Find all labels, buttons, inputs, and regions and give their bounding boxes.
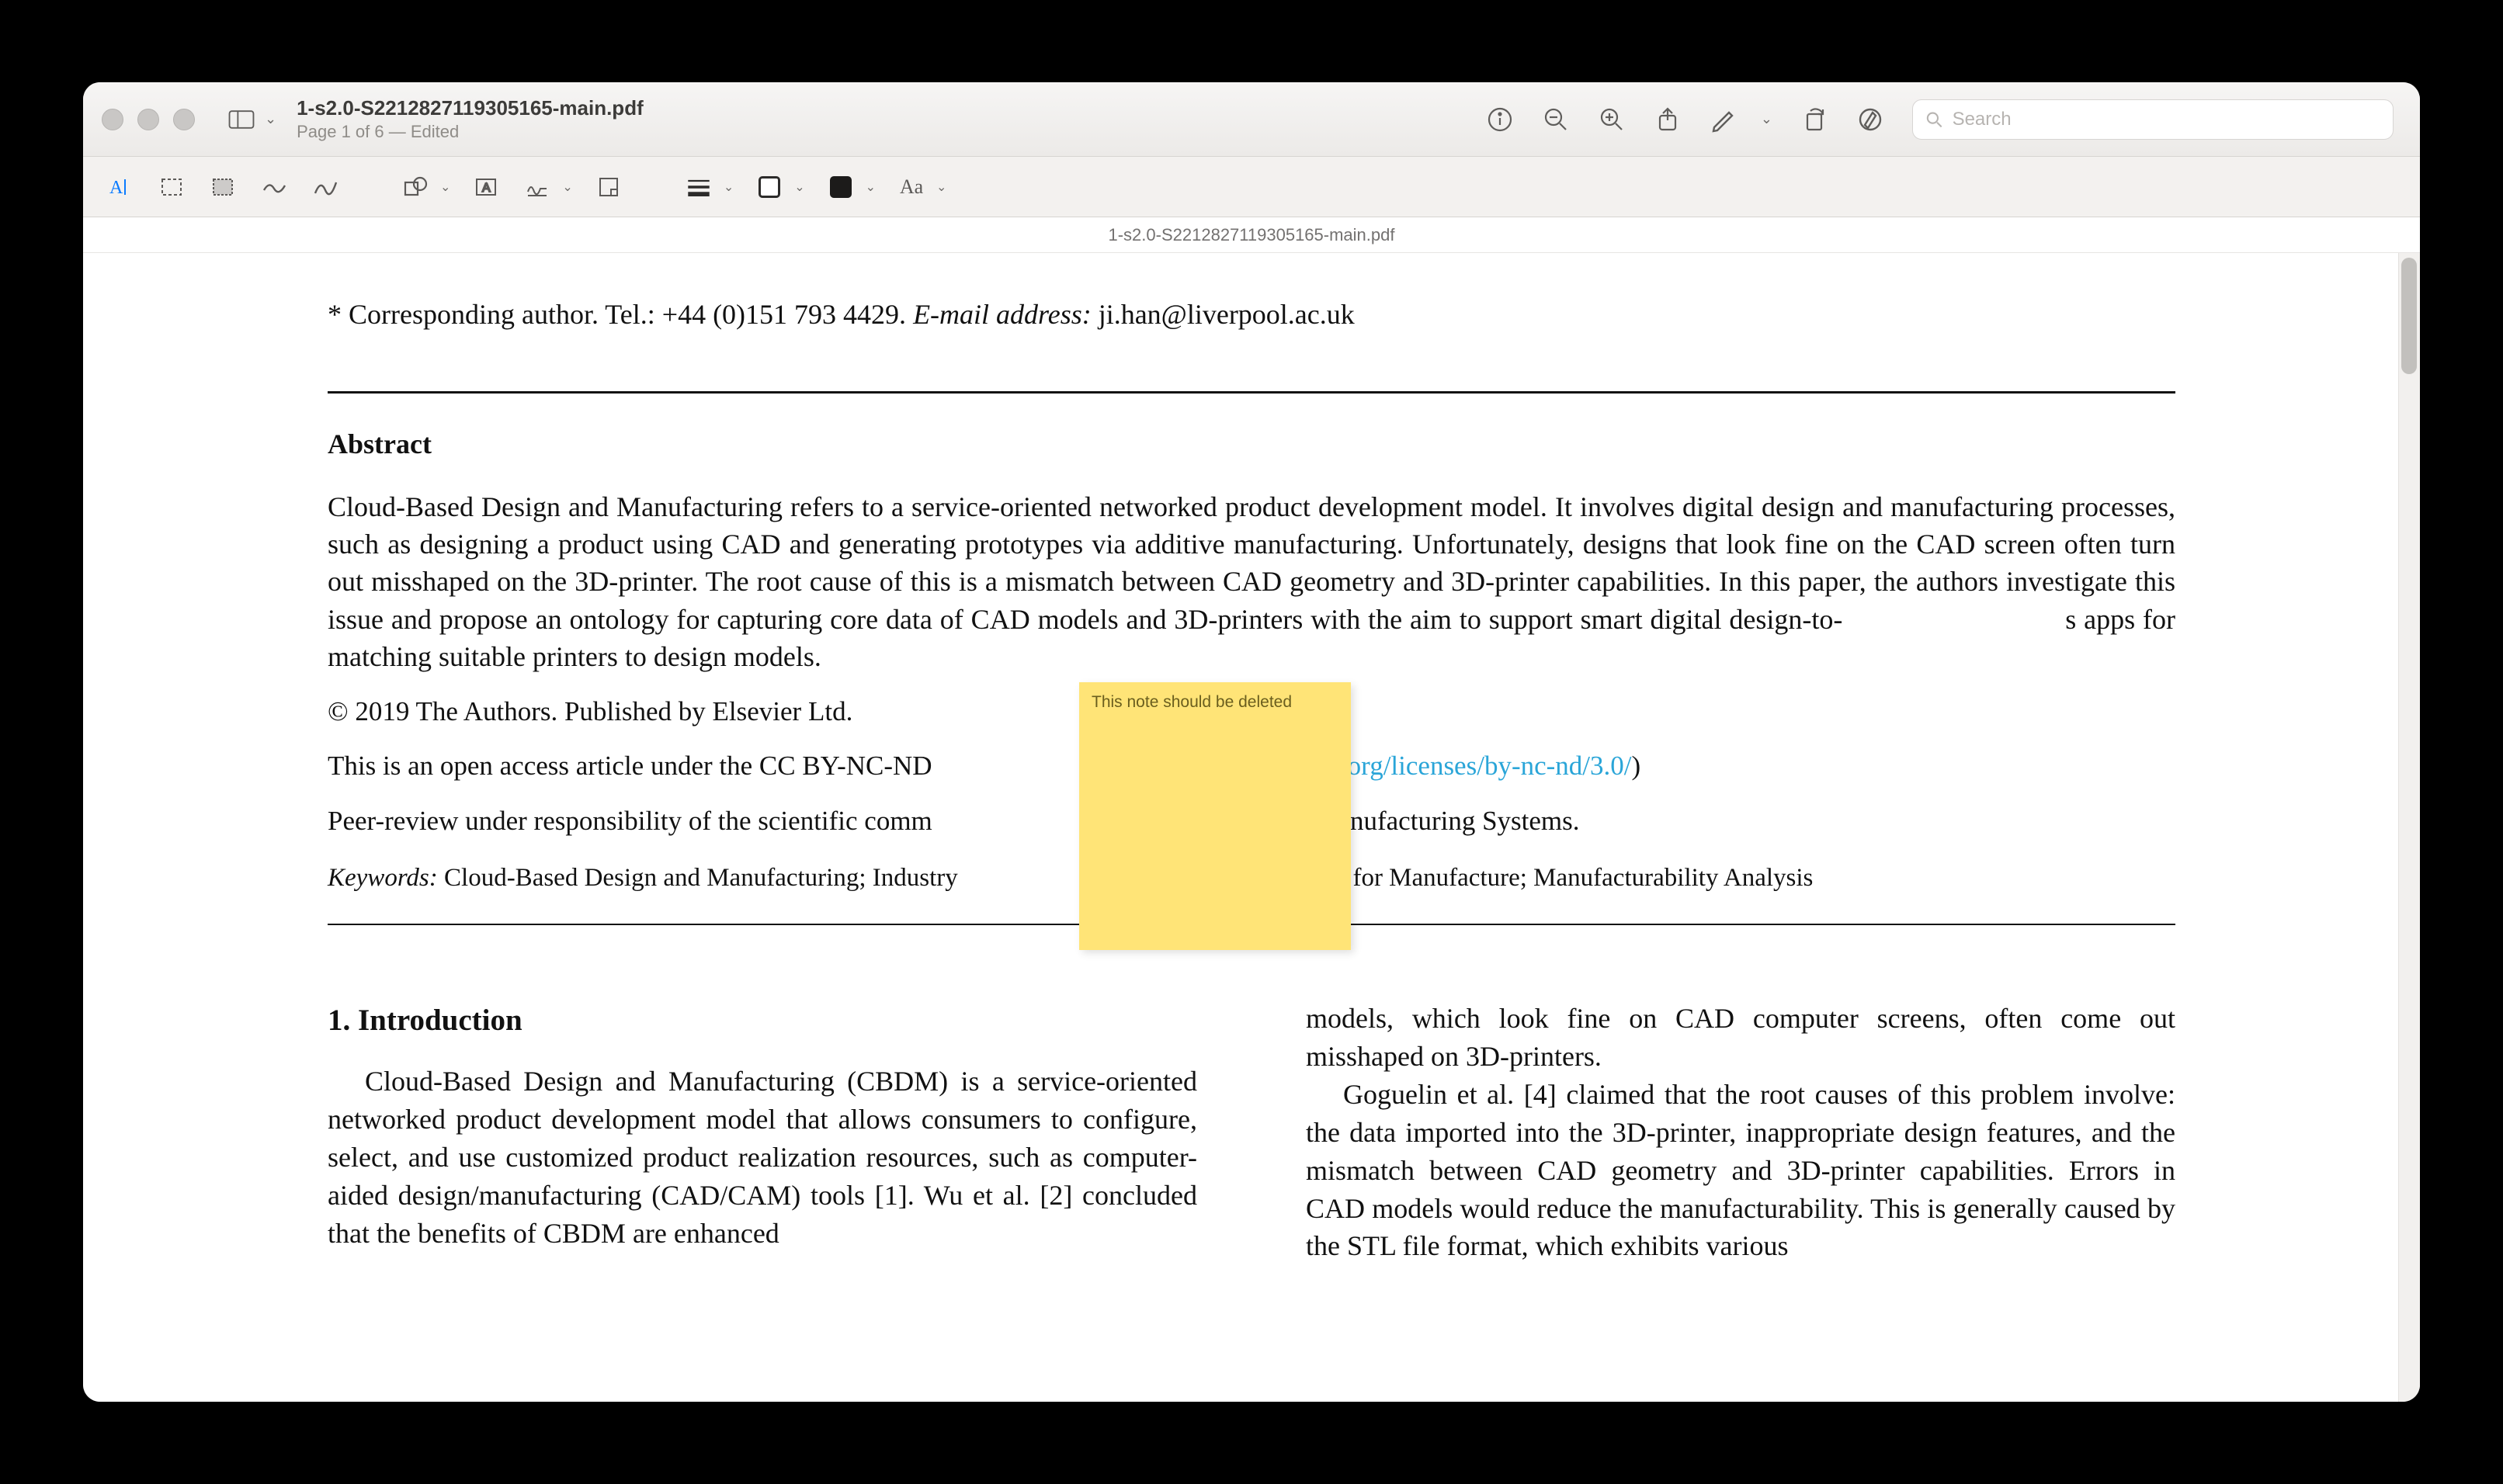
- zoom-out-icon[interactable]: [1542, 106, 1570, 133]
- titlebar: ⌄ 1-s2.0-S2212827119305165-main.pdf Page…: [83, 82, 2420, 157]
- pdf-page: * Corresponding author. Tel.: +44 (0)151…: [172, 253, 2331, 1265]
- chevron-down-icon[interactable]: ⌄: [936, 179, 946, 195]
- chevron-down-icon[interactable]: ⌄: [265, 111, 276, 127]
- search-input[interactable]: [1953, 109, 2380, 130]
- markup-toolbar: A ⌄ A ⌄ ⌄ ⌄: [83, 157, 2420, 217]
- search-field[interactable]: [1912, 99, 2394, 140]
- corresponding-author-line: * Corresponding author. Tel.: +44 (0)151…: [328, 298, 2175, 331]
- left-column: 1. Introduction Cloud-Based Design and M…: [328, 1000, 1197, 1266]
- note-tool[interactable]: [593, 172, 624, 203]
- chevron-down-icon[interactable]: ⌄: [724, 179, 734, 195]
- chevron-down-icon[interactable]: ⌄: [1761, 111, 1772, 127]
- chevron-down-icon[interactable]: ⌄: [794, 179, 804, 195]
- fullscreen-window-button[interactable]: [173, 109, 195, 130]
- zoom-in-icon[interactable]: [1598, 106, 1626, 133]
- tab-filename[interactable]: 1-s2.0-S2212827119305165-main.pdf: [1109, 225, 1395, 245]
- right-paragraph-1: models, which look fine on CAD computer …: [1306, 1000, 2175, 1076]
- document-title-block: 1-s2.0-S2212827119305165-main.pdf Page 1…: [297, 96, 644, 142]
- font-style-tool[interactable]: Aa: [896, 172, 927, 203]
- text-tool[interactable]: A: [470, 172, 502, 203]
- scrollbar-thumb[interactable]: [2401, 258, 2417, 374]
- toolbar-right: ⌄: [1486, 99, 2394, 140]
- sign-tool[interactable]: [522, 172, 553, 203]
- window-controls: [102, 109, 195, 130]
- draw-tool[interactable]: [310, 172, 341, 203]
- keywords-label: Keywords:: [328, 864, 438, 892]
- chevron-down-icon[interactable]: ⌄: [562, 179, 572, 195]
- intro-paragraph-1: Cloud-Based Design and Manufacturing (CB…: [328, 1063, 1197, 1253]
- share-icon[interactable]: [1654, 106, 1682, 133]
- license-pre: This is an open access article under the…: [328, 751, 932, 781]
- close-window-button[interactable]: [102, 109, 123, 130]
- app-window: ⌄ 1-s2.0-S2212827119305165-main.pdf Page…: [83, 82, 2420, 1402]
- sticky-note[interactable]: This note should be deleted: [1079, 682, 1351, 950]
- line-style-tool[interactable]: [683, 172, 714, 203]
- right-column: models, which look fine on CAD computer …: [1306, 1000, 2175, 1266]
- abstract-heading: Abstract: [328, 428, 2175, 460]
- document-filename: 1-s2.0-S2212827119305165-main.pdf: [297, 96, 644, 120]
- border-color-tool[interactable]: [754, 172, 785, 203]
- right-paragraph-2: Goguelin et al. [4] claimed that the roo…: [1306, 1076, 2175, 1266]
- sketch-tool[interactable]: [259, 172, 290, 203]
- license-post: ): [1631, 751, 1640, 781]
- fill-color-tool[interactable]: [825, 172, 856, 203]
- vertical-scrollbar[interactable]: [2398, 253, 2420, 1402]
- tab-bar: 1-s2.0-S2212827119305165-main.pdf: [83, 217, 2420, 253]
- document-page-status: Page 1 of 6 — Edited: [297, 122, 644, 142]
- svg-text:A: A: [482, 182, 491, 195]
- minimize-window-button[interactable]: [137, 109, 159, 130]
- abstract-body: Cloud-Based Design and Manufacturing ref…: [328, 488, 2175, 675]
- markup-icon[interactable]: [1710, 106, 1738, 133]
- shapes-tool[interactable]: [400, 172, 431, 203]
- two-column-body: 1. Introduction Cloud-Based Design and M…: [328, 1000, 2175, 1266]
- document-viewer[interactable]: * Corresponding author. Tel.: +44 (0)151…: [83, 253, 2420, 1402]
- redact-tool[interactable]: [207, 172, 238, 203]
- email-label: E-mail address:: [913, 299, 1092, 330]
- chevron-down-icon[interactable]: ⌄: [440, 179, 450, 195]
- sidebar-toggle-button[interactable]: [227, 106, 255, 133]
- search-icon: [1925, 110, 1943, 129]
- email-value: ji.han@liverpool.ac.uk: [1092, 299, 1355, 330]
- rectangular-selection-tool[interactable]: [156, 172, 187, 203]
- rotate-icon[interactable]: [1800, 106, 1828, 133]
- text-selection-tool[interactable]: A: [105, 172, 136, 203]
- info-icon[interactable]: [1486, 106, 1514, 133]
- divider: [328, 391, 2175, 394]
- highlight-icon[interactable]: [1856, 106, 1884, 133]
- corresponding-prefix: * Corresponding author. Tel.: +44 (0)151…: [328, 299, 913, 330]
- chevron-down-icon[interactable]: ⌄: [866, 179, 876, 195]
- sticky-note-text[interactable]: This note should be deleted: [1092, 693, 1338, 712]
- svg-text:A: A: [109, 178, 123, 198]
- section-heading-introduction: 1. Introduction: [328, 1000, 1197, 1041]
